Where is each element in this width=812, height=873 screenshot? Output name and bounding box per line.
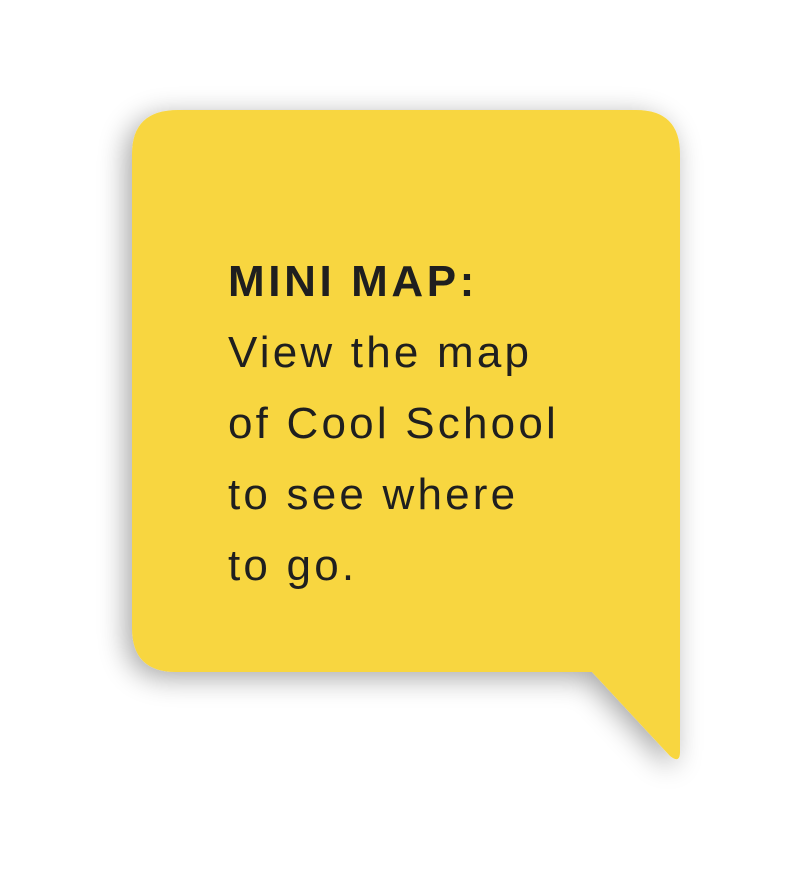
- callout-body-line: of Cool School: [228, 399, 559, 448]
- callout-body-line: to see where: [228, 470, 519, 519]
- callout-text: MINI MAP: View the map of Cool School to…: [228, 246, 648, 601]
- speech-bubble-callout: MINI MAP: View the map of Cool School to…: [0, 0, 812, 873]
- callout-body-line: View the map: [228, 328, 533, 377]
- callout-body-line: to go.: [228, 541, 358, 590]
- callout-heading: MINI MAP:: [228, 257, 478, 306]
